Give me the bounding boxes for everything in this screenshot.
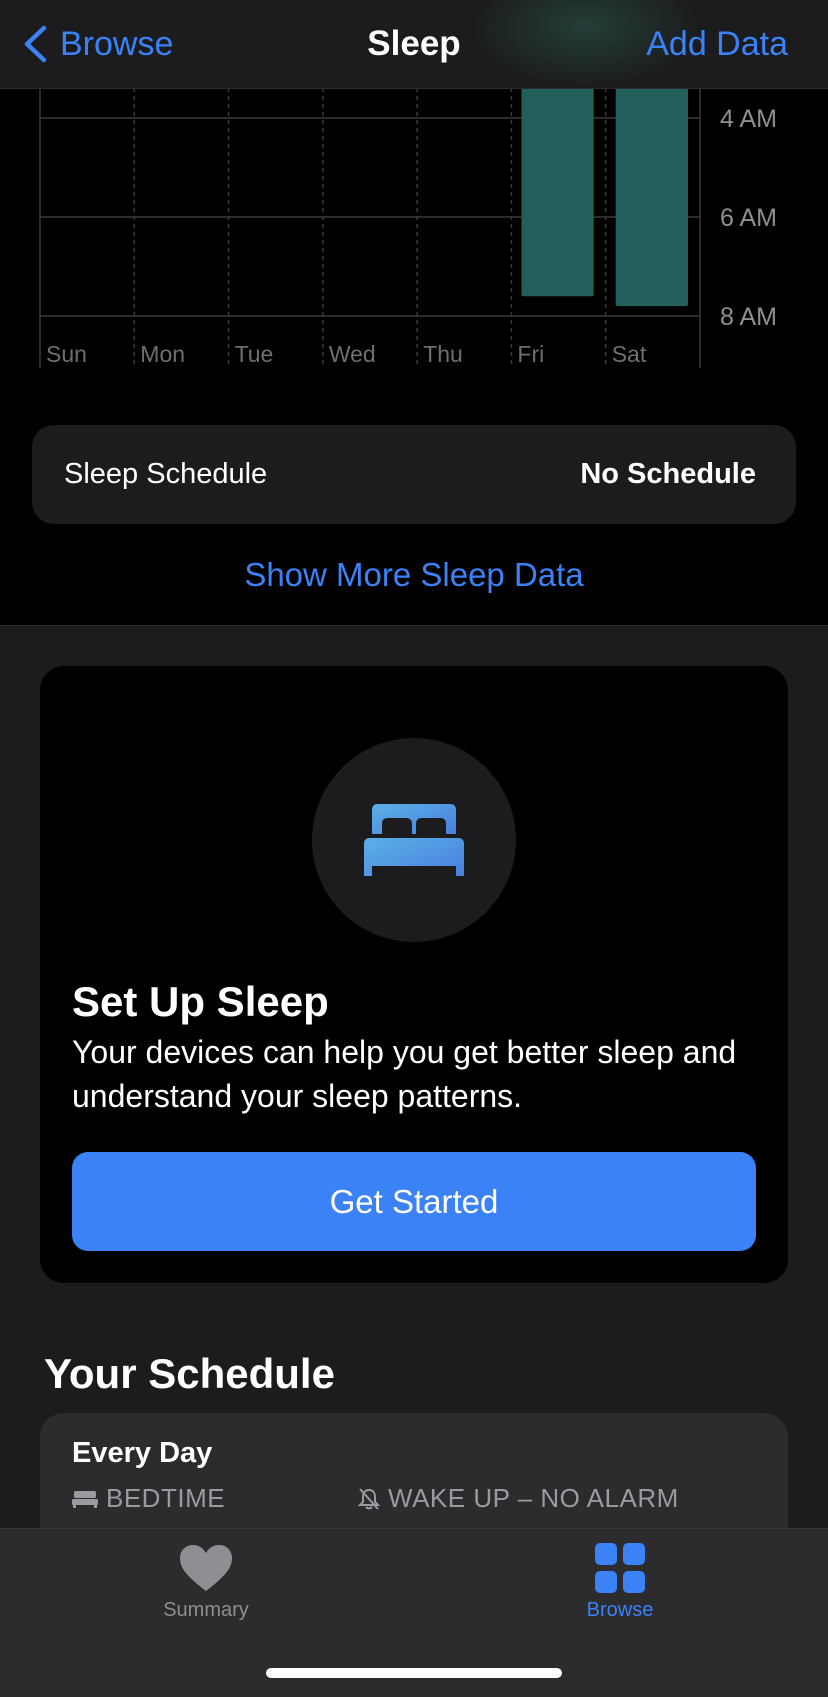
chart-x-label: Fri bbox=[517, 341, 544, 367]
chart-x-label: Thu bbox=[423, 341, 463, 367]
chart-x-label: Mon bbox=[140, 341, 185, 367]
wake-label: WAKE UP – NO ALARM bbox=[388, 1483, 679, 1513]
sleep-chart-svg: Sun Mon Tue Wed Thu Fri Sat 4 AM 6 AM 8 AM bbox=[39, 88, 777, 368]
tab-summary-label: Summary bbox=[163, 1599, 249, 1621]
chart-bar-sat bbox=[615, 88, 688, 307]
bed-small-icon bbox=[72, 1490, 98, 1508]
chevron-left-icon bbox=[24, 25, 47, 63]
tab-browse-label: Browse bbox=[586, 1599, 654, 1621]
sleep-chart: Sun Mon Tue Wed Thu Fri Sat 4 AM 6 AM 8 AM bbox=[0, 88, 828, 370]
heart-icon bbox=[180, 1545, 232, 1591]
setup-sleep-card: Set Up Sleep Your devices can help you g… bbox=[40, 666, 788, 1283]
navigation-bar: Browse Sleep Add Data bbox=[0, 0, 828, 89]
wake-label-group: WAKE UP – NO ALARM bbox=[358, 1483, 679, 1514]
bell-slash-icon bbox=[358, 1487, 380, 1510]
chart-x-label: Sun bbox=[46, 341, 87, 367]
bed-icon-circle bbox=[312, 738, 516, 942]
chart-y-label: 6 AM bbox=[720, 204, 777, 232]
chart-bar-fri bbox=[521, 88, 594, 297]
back-label: Browse bbox=[60, 24, 174, 63]
grid-icon bbox=[595, 1543, 645, 1593]
setup-description: Your devices can help you get better sle… bbox=[72, 1034, 737, 1114]
chart-y-label: 4 AM bbox=[720, 105, 777, 133]
sleep-schedule-value: No Schedule bbox=[580, 458, 756, 490]
schedule-frequency: Every Day bbox=[72, 1437, 213, 1469]
your-schedule-heading: Your Schedule bbox=[44, 1350, 335, 1397]
sleep-schedule-label: Sleep Schedule bbox=[64, 458, 268, 490]
chart-x-label: Sat bbox=[612, 341, 647, 367]
bed-icon bbox=[364, 804, 464, 876]
setup-title: Set Up Sleep bbox=[72, 978, 329, 1025]
add-data-button[interactable]: Add Data bbox=[646, 22, 788, 66]
show-more-sleep-data-link[interactable]: Show More Sleep Data bbox=[0, 552, 828, 598]
chart-y-label: 8 AM bbox=[720, 303, 777, 331]
back-button[interactable]: Browse bbox=[22, 22, 173, 66]
get-started-button[interactable]: Get Started bbox=[72, 1152, 756, 1251]
chart-x-label: Wed bbox=[329, 341, 376, 367]
chart-x-label: Tue bbox=[235, 341, 274, 367]
tab-browse[interactable]: Browse bbox=[540, 1543, 700, 1622]
sleep-schedule-row[interactable]: Sleep Schedule No Schedule bbox=[32, 425, 796, 524]
bedtime-label: BEDTIME bbox=[106, 1483, 226, 1513]
tab-summary[interactable]: Summary bbox=[126, 1543, 286, 1622]
bedtime-label-group: BEDTIME bbox=[72, 1483, 225, 1514]
home-indicator bbox=[266, 1668, 562, 1678]
